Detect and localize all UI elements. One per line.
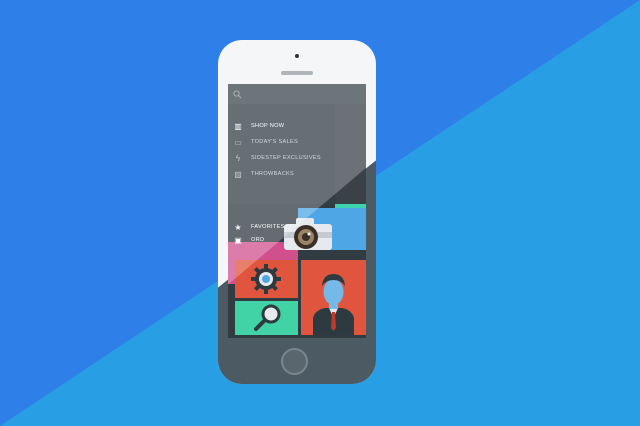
person-icon: [301, 260, 366, 335]
store-icon: ▥: [234, 121, 242, 131]
image-icon: ▨: [234, 169, 242, 179]
gear-icon: [251, 264, 281, 294]
menu-item-shop-now[interactable]: ▥ SHOP NOW: [233, 120, 284, 132]
menu-item-label: ORD: [251, 237, 265, 243]
tile-search[interactable]: [235, 301, 298, 335]
menu-item-label: FAVORITES: [251, 224, 285, 230]
tile-profile[interactable]: [301, 260, 366, 335]
tile-settings[interactable]: [235, 260, 298, 298]
menu-item-label: SHOP NOW: [251, 123, 285, 129]
home-button[interactable]: [281, 348, 308, 375]
magnifier-icon: [254, 304, 281, 331]
front-camera: [295, 54, 299, 58]
nav-drawer: ▥ SHOP NOW ▭ TODAY'S SALES ϟ SIDESTEP EX…: [228, 84, 366, 204]
phone-body: ★ FAVORITES ▣ ORD ▥ SHOP NOW ▭ TODAY'S S…: [218, 40, 376, 384]
star-icon: ★: [234, 222, 242, 232]
menu-item-throwbacks[interactable]: ▨ THROWBACKS: [233, 168, 294, 180]
bag-icon: ▣: [234, 235, 242, 245]
earpiece: [281, 71, 313, 75]
camera-icon[interactable]: [280, 214, 336, 254]
menu-item-favorites[interactable]: ★ FAVORITES: [233, 221, 285, 233]
search-bar[interactable]: [228, 84, 366, 104]
menu-item-label: TODAY'S SALES: [251, 139, 299, 145]
menu-item-label: THROWBACKS: [251, 171, 295, 177]
search-icon[interactable]: [233, 90, 242, 99]
bolt-icon: ϟ: [235, 153, 241, 163]
phone-mockup: ★ FAVORITES ▣ ORD ▥ SHOP NOW ▭ TODAY'S S…: [218, 40, 376, 384]
menu-item-label: SIDESTEP EXCLUSIVES: [251, 155, 321, 161]
menu-item-orders[interactable]: ▣ ORD: [233, 234, 264, 246]
menu-item-todays-sales[interactable]: ▭ TODAY'S SALES: [233, 136, 298, 148]
menu-item-sidestep-exclusives[interactable]: ϟ SIDESTEP EXCLUSIVES: [233, 152, 321, 164]
phone-screen: ★ FAVORITES ▣ ORD ▥ SHOP NOW ▭ TODAY'S S…: [228, 84, 366, 338]
tag-icon: ▭: [234, 137, 242, 147]
